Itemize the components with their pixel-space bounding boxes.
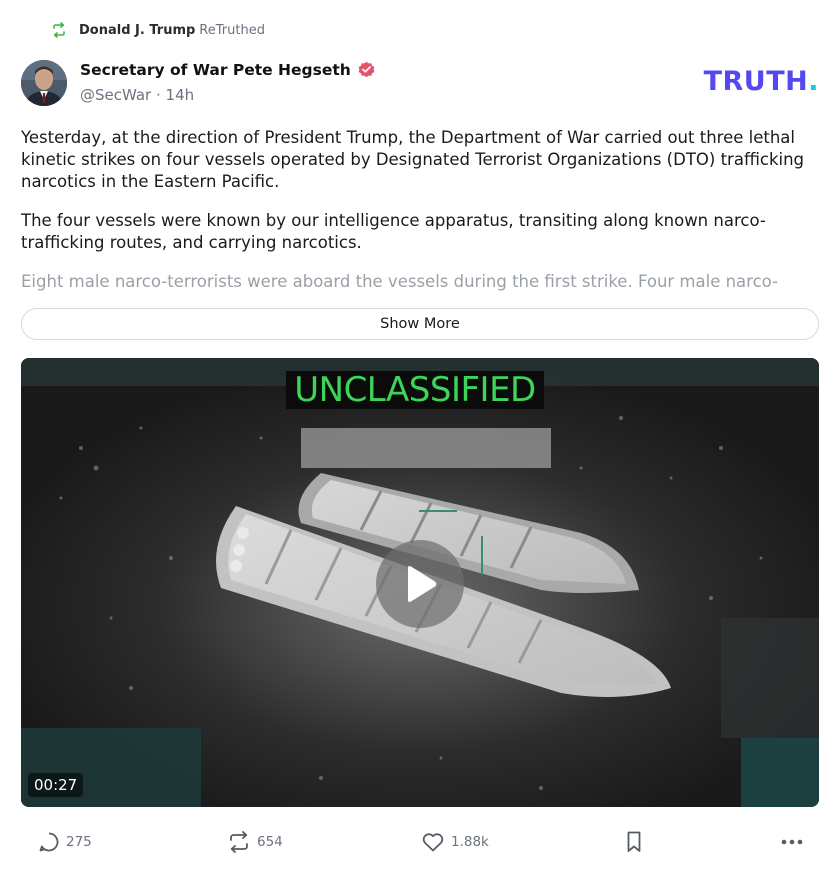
video-overlay-label: UNCLASSIFIED	[286, 371, 544, 409]
truth-logo: TRUTH.	[704, 66, 819, 97]
retruth-icon	[227, 831, 251, 853]
truth-logo-text: TRUTH	[703, 66, 809, 97]
play-button[interactable]	[376, 540, 464, 628]
verified-badge-icon	[357, 60, 376, 79]
play-icon[interactable]	[402, 565, 438, 603]
video-duration: 00:27	[28, 773, 84, 797]
retruth-bar: Donald J. Trump ReTruthed	[50, 20, 265, 40]
author-meta: @SecWar · 14h	[80, 86, 195, 104]
truth-logo-dot: .	[808, 66, 819, 97]
post-paragraph: Yesterday, at the direction of President…	[21, 128, 805, 191]
post-paragraph: The four vessels were known by our intel…	[21, 211, 766, 252]
like-button[interactable]: 1.88k	[421, 826, 489, 858]
show-more-button[interactable]: Show More	[21, 308, 819, 340]
action-bar: 275 654 1.88k	[0, 826, 840, 858]
reply-button[interactable]: 275	[38, 826, 92, 858]
retruth-count: 654	[257, 834, 283, 850]
retruth-user-link[interactable]: Donald J. Trump	[79, 23, 195, 38]
post-paragraph-truncated: Eight male narco-terrorists were aboard …	[21, 272, 779, 291]
comment-icon	[38, 831, 60, 853]
avatar[interactable]	[21, 60, 67, 106]
more-icon	[780, 838, 804, 846]
author-name[interactable]: Secretary of War Pete Hegseth	[80, 60, 376, 79]
heart-icon	[421, 831, 445, 853]
video-player[interactable]: UNCLASSIFIED 00:27	[21, 358, 819, 807]
bookmark-icon	[624, 830, 644, 854]
bookmark-button[interactable]	[624, 826, 644, 858]
like-count: 1.88k	[451, 834, 489, 850]
post-body: Yesterday, at the direction of President…	[21, 127, 821, 293]
retruth-icon	[50, 21, 68, 39]
author-name-label[interactable]: Secretary of War Pete Hegseth	[80, 61, 351, 79]
more-button[interactable]	[780, 826, 804, 858]
reply-count: 275	[66, 834, 92, 850]
retruth-button[interactable]: 654	[227, 826, 283, 858]
retruth-label: ReTruthed	[199, 22, 265, 38]
